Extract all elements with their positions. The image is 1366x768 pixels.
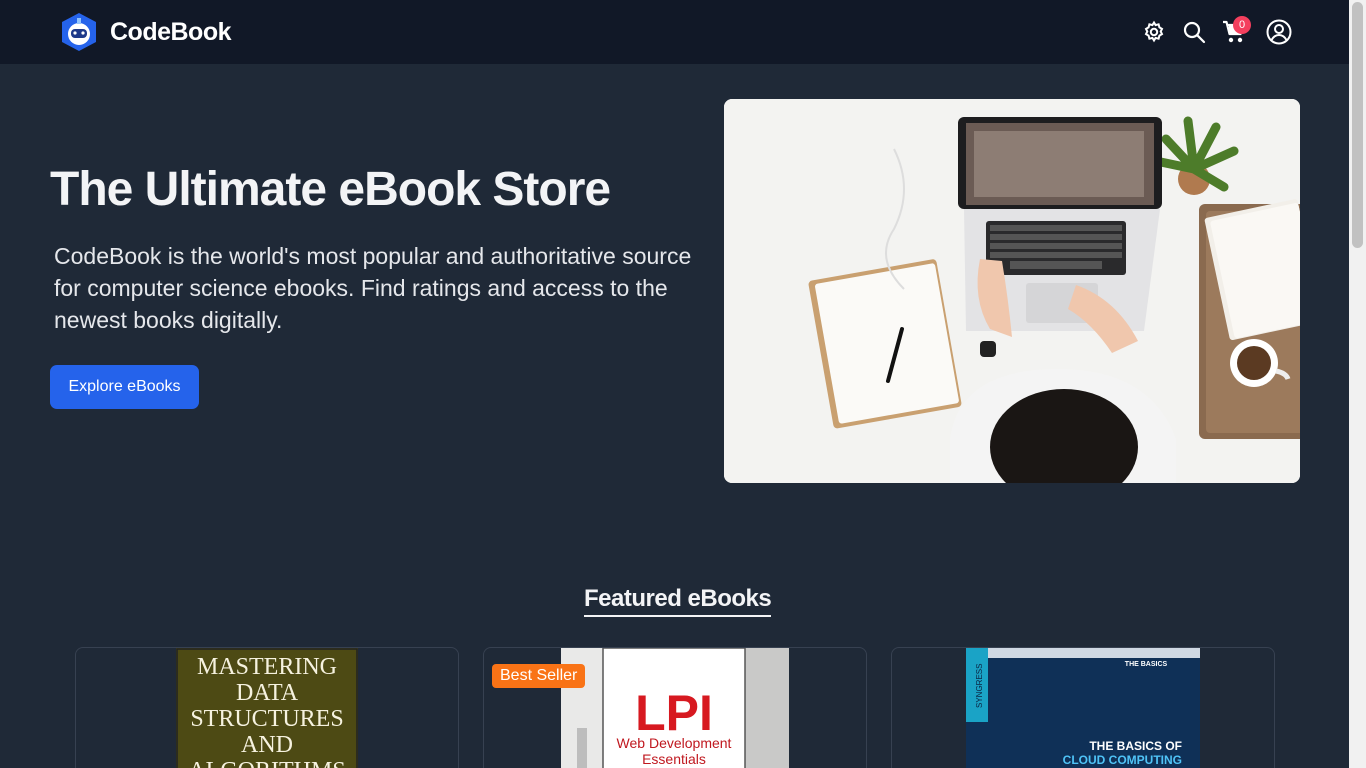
cover-line: DATA (236, 680, 299, 706)
ebook-card[interactable]: MASTERING DATA STRUCTURES AND ALGORITHMS (75, 647, 459, 768)
astronaut-logo-icon (62, 13, 96, 51)
hero-image (724, 99, 1300, 483)
best-seller-badge: Best Seller (492, 664, 586, 688)
hero-title: The Ultimate eBook Store (50, 163, 611, 216)
cart-button[interactable]: 0 (1222, 16, 1251, 44)
cover-title: THE BASICS OF (1089, 739, 1182, 753)
scrollbar-thumb[interactable] (1352, 2, 1363, 248)
cover-line: ALGORITHMS (188, 758, 345, 768)
workspace-photo (724, 99, 1300, 483)
ebook-card[interactable]: LPI Web Development Essentials Best Sell… (483, 647, 867, 768)
cart-count-badge: 0 (1233, 16, 1251, 34)
cover-publisher: SYNGRESS (975, 664, 984, 708)
brand-name: CodeBook (110, 17, 232, 46)
cover-line: STRUCTURES (190, 706, 343, 732)
explore-ebooks-button[interactable]: Explore eBooks (50, 365, 199, 409)
user-icon[interactable] (1266, 19, 1292, 45)
ebook-card[interactable]: SYNGRESS THE BASICS THE BASICS OF CLOUD … (891, 647, 1275, 768)
featured-ebooks-heading: Featured eBooks (584, 585, 772, 617)
nav-icons: 0 (1142, 16, 1292, 48)
search-icon[interactable] (1182, 20, 1206, 44)
cover-line: MASTERING (197, 654, 337, 680)
brand-link[interactable]: CodeBook (60, 12, 232, 52)
cover-title: LPI (635, 685, 713, 741)
hero-description: CodeBook is the world's most popular and… (54, 243, 692, 333)
cover-line: AND (241, 732, 293, 758)
cover-series: THE BASICS (1125, 661, 1168, 668)
book-cover-image[interactable]: MASTERING DATA STRUCTURES AND ALGORITHMS (176, 648, 358, 768)
cover-subtitle: Essentials (642, 751, 706, 767)
book-cover-image[interactable]: SYNGRESS THE BASICS THE BASICS OF CLOUD … (966, 648, 1200, 768)
scrollbar[interactable] (1349, 0, 1366, 768)
navbar: CodeBook 0 (0, 0, 1349, 64)
cover-title: CLOUD COMPUTING (1063, 753, 1182, 767)
book-cover-image[interactable]: LPI Web Development Essentials (561, 648, 789, 768)
cover-subtitle: Web Development (617, 735, 732, 751)
settings-icon[interactable] (1142, 20, 1166, 44)
